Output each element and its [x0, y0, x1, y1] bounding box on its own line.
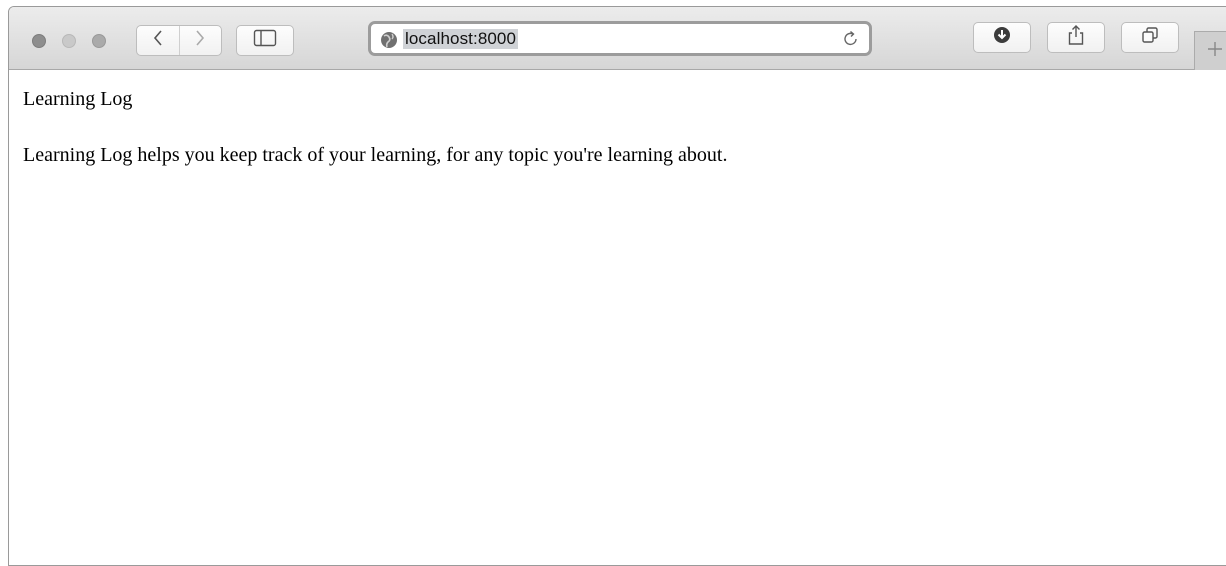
- tab-overview-button[interactable]: [1121, 22, 1179, 53]
- downloads-button[interactable]: [973, 22, 1031, 53]
- share-button[interactable]: [1047, 22, 1105, 53]
- page-content: Learning Log Learning Log helps you keep…: [23, 87, 1211, 167]
- browser-toolbar: localhost:8000: [9, 7, 1226, 70]
- back-button[interactable]: [137, 26, 179, 55]
- globe-icon: [380, 31, 398, 54]
- close-window-icon[interactable]: [32, 34, 46, 48]
- sidebar-icon: [253, 29, 277, 52]
- maximize-window-icon[interactable]: [92, 34, 106, 48]
- new-tab-button[interactable]: [1194, 31, 1226, 70]
- browser-window: localhost:8000 Learning Log Learning Log…: [8, 6, 1226, 566]
- url-text[interactable]: localhost:8000: [403, 29, 519, 49]
- download-icon: [992, 25, 1012, 50]
- minimize-window-icon[interactable]: [62, 34, 76, 48]
- sidebar-button[interactable]: [236, 25, 294, 56]
- forward-button[interactable]: [178, 26, 222, 55]
- reload-icon[interactable]: [841, 29, 861, 54]
- chevron-left-icon: [152, 29, 164, 52]
- page-description: Learning Log helps you keep track of you…: [23, 144, 728, 166]
- share-icon: [1066, 24, 1086, 51]
- page-title: Learning Log: [23, 88, 133, 110]
- address-bar[interactable]: localhost:8000: [368, 21, 872, 56]
- plus-icon: [1206, 40, 1224, 63]
- chevron-right-icon: [194, 29, 206, 52]
- tab-overview-icon: [1140, 25, 1160, 50]
- navigation-buttons: [136, 25, 222, 56]
